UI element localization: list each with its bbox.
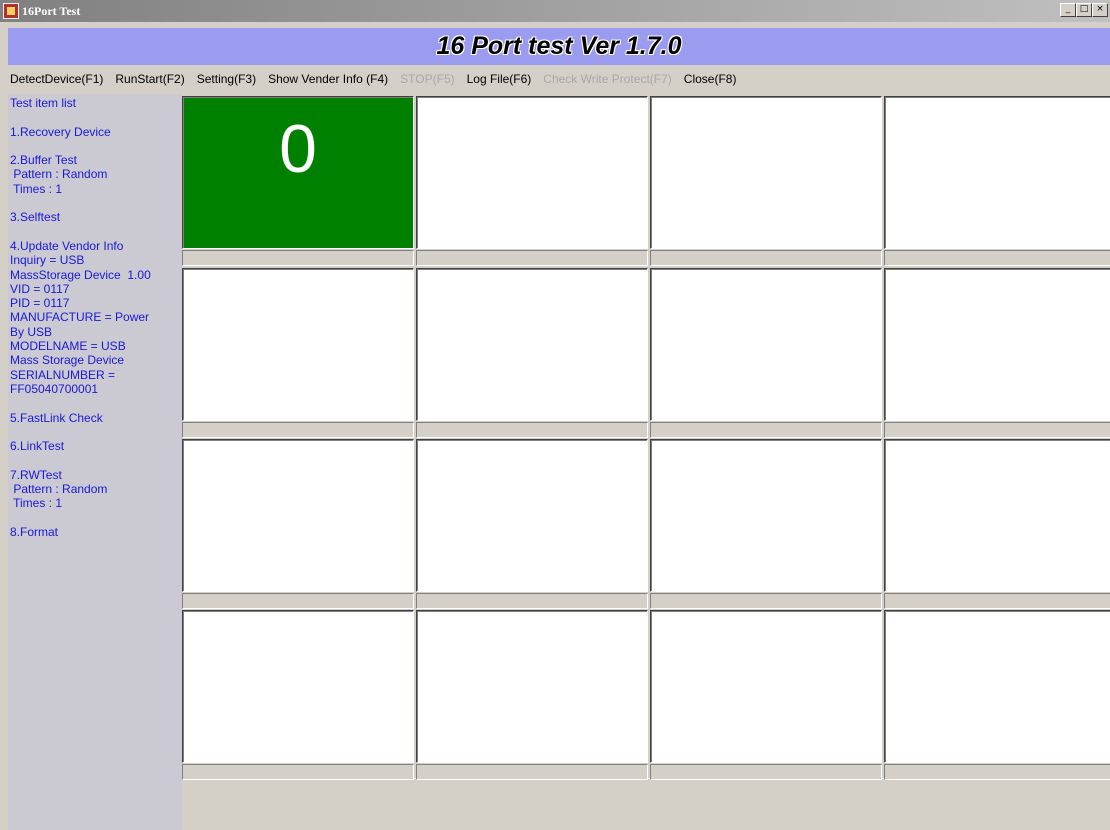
port-9-status-bar: [416, 593, 648, 609]
port-2-panel[interactable]: [650, 96, 882, 249]
test-list-line: MODELNAME = USB: [10, 339, 126, 354]
menu-stop: STOP(F5): [400, 72, 455, 86]
test-list-line: By USB: [10, 324, 53, 339]
test-list-line: MassStorage Device 1.00: [10, 267, 151, 282]
port-14-panel[interactable]: [650, 610, 882, 763]
port-15-panel[interactable]: [884, 610, 1110, 763]
title-bar: 16Port Test _ □ ×: [0, 0, 1110, 22]
port-5-panel[interactable]: [416, 268, 648, 421]
menu-run-start[interactable]: RunStart(F2): [115, 72, 184, 86]
port-10-status-bar: [650, 593, 882, 609]
test-list-line: Test item list: [10, 96, 77, 110]
port-8-panel[interactable]: [182, 439, 414, 592]
menu-detect-device[interactable]: DetectDevice(F1): [10, 72, 103, 86]
menu-bar: DetectDevice(F1) RunStart(F2) Setting(F3) S…: [0, 67, 1110, 91]
close-icon[interactable]: ×: [1092, 3, 1108, 17]
minimize-icon[interactable]: _: [1060, 3, 1076, 17]
test-list-line: Times : 1: [10, 496, 63, 511]
port-6-status-bar: [650, 422, 882, 438]
port-15-status-bar: [884, 764, 1110, 780]
port-3-status-bar: [884, 250, 1110, 266]
port-0-status-bar: [182, 250, 414, 266]
test-item-list: Test item list 1.Recovery Device 2.Buffer …: [8, 94, 182, 830]
port-7-status-bar: [884, 422, 1110, 438]
window-title: 16Port Test: [22, 3, 81, 18]
test-list-line: 8.Format: [10, 524, 59, 539]
test-list-line: Pattern : Random: [10, 167, 108, 182]
port-11-panel[interactable]: [884, 439, 1110, 592]
port-1-status-bar: [416, 250, 648, 266]
menu-show-vender-info[interactable]: Show Vender Info (F4): [268, 72, 388, 86]
port-grid: 0: [182, 94, 1110, 830]
port-14-status-bar: [650, 764, 882, 780]
test-list-line: 6.LinkTest: [10, 439, 65, 454]
test-list-line: 5.FastLink Check: [10, 410, 103, 425]
test-list-line: PID = 0117: [10, 296, 70, 311]
port-4-panel[interactable]: [182, 268, 414, 421]
app-icon: [3, 3, 19, 19]
port-11-status-bar: [884, 593, 1110, 609]
menu-log-file[interactable]: Log File(F6): [467, 72, 532, 86]
port-13-panel[interactable]: [416, 610, 648, 763]
port-3-panel[interactable]: [884, 96, 1110, 249]
window-controls: _ □ ×: [1060, 3, 1108, 17]
port-6-panel[interactable]: [650, 268, 882, 421]
test-list-line: FF05040700001: [10, 381, 99, 396]
port-9-panel[interactable]: [416, 439, 648, 592]
port-12-panel[interactable]: [182, 610, 414, 763]
port-8-status-bar: [182, 593, 414, 609]
port-7-panel[interactable]: [884, 268, 1110, 421]
menu-check-write-protect: Check Write Protect(F7): [543, 72, 672, 86]
port-10-panel[interactable]: [650, 439, 882, 592]
test-list-line: SERIALNUMBER =: [10, 367, 116, 382]
bottom-status-area: [182, 778, 1110, 830]
test-list-line: Pattern : Random: [10, 482, 108, 497]
port-5-status-bar: [416, 422, 648, 438]
port-13-status-bar: [416, 764, 648, 780]
port-number: 0: [279, 111, 317, 187]
test-list-line: 4.Update Vendor Info: [10, 238, 124, 253]
menu-close[interactable]: Close(F8): [684, 72, 737, 86]
test-list-line: Inquiry = USB: [10, 253, 85, 268]
test-list-line: MANUFACTURE = Power: [10, 310, 150, 325]
port-4-status-bar: [182, 422, 414, 438]
test-list-line: 1.Recovery Device: [10, 124, 111, 139]
banner-title: 16 Port test Ver 1.7.0: [436, 32, 682, 60]
port-1-panel[interactable]: [416, 96, 648, 249]
version-banner: 16 Port test Ver 1.7.0: [8, 28, 1110, 65]
test-list-line: VID = 0117: [10, 281, 70, 296]
port-0-panel[interactable]: 0: [182, 96, 414, 249]
test-list-line: 7.RWTest: [10, 467, 62, 482]
test-list-line: 3.Selftest: [10, 210, 61, 225]
port-2-status-bar: [650, 250, 882, 266]
menu-setting[interactable]: Setting(F3): [197, 72, 256, 86]
test-list-line: Mass Storage Device: [10, 353, 125, 368]
test-list-line: 2.Buffer Test: [10, 153, 77, 168]
port-12-status-bar: [182, 764, 414, 780]
maximize-icon[interactable]: □: [1076, 3, 1092, 17]
test-list-line: Times : 1: [10, 181, 63, 196]
